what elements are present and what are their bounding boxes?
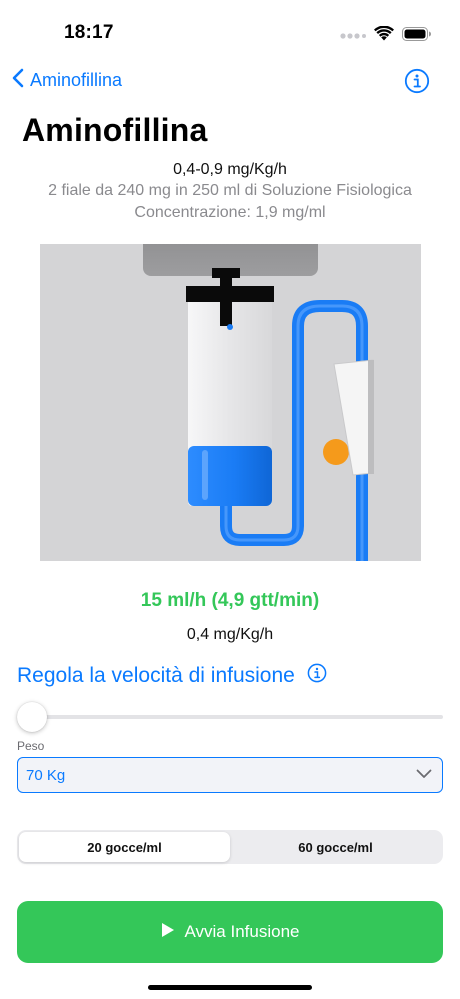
home-indicator <box>148 985 312 990</box>
chevron-down-icon <box>416 766 432 784</box>
status-icons <box>340 25 432 46</box>
info-button[interactable] <box>404 68 430 99</box>
clamp-wheel <box>323 439 349 465</box>
slider-thumb[interactable] <box>17 702 47 732</box>
back-button[interactable]: Aminofillina <box>12 68 122 93</box>
rate-section-title: Regola la velocità di infusione <box>17 663 295 687</box>
segment-60-drops[interactable]: 60 gocce/ml <box>230 832 441 862</box>
concentration: Concentrazione: 1,9 mg/ml <box>134 204 326 221</box>
weight-select[interactable]: 70 Kg <box>17 757 443 793</box>
dose-range: 0,4-0,9 mg/Kg/h <box>173 161 287 178</box>
wifi-icon <box>374 25 394 46</box>
infusion-rate: 15 ml/h (4,9 gtt/min) <box>140 590 320 611</box>
info-icon[interactable] <box>307 663 327 688</box>
rate-slider[interactable] <box>17 701 443 733</box>
iv-drip-illustration <box>40 244 421 561</box>
signal-dots-icon <box>340 27 366 45</box>
weight-value: 70 Kg <box>26 766 66 784</box>
drop <box>227 324 233 330</box>
info-icon <box>404 68 430 98</box>
start-infusion-label: Avvia Infusione <box>184 922 300 941</box>
slider-track[interactable] <box>17 715 443 719</box>
start-infusion-button[interactable]: Avvia Infusione <box>17 901 443 963</box>
drop-factor-segmented-control: 20 gocce/ml 60 gocce/ml <box>17 830 443 864</box>
status-time: 18:17 <box>64 22 114 43</box>
chevron-left-icon <box>12 68 24 93</box>
status-bar: 18:17 <box>0 0 460 60</box>
weight-label: Peso <box>17 739 45 753</box>
battery-icon <box>402 26 432 46</box>
infusion-dose: 0,4 mg/Kg/h <box>186 626 274 643</box>
play-icon <box>161 922 175 943</box>
back-button-label: Aminofillina <box>30 70 123 90</box>
rate-section-header: Regola la velocità di infusione <box>17 663 327 688</box>
bottle-fluid <box>188 446 272 506</box>
preparation-description: 2 fiale da 240 mg in 250 ml di Soluzione… <box>48 182 412 199</box>
nav-bar: Aminofillina <box>0 64 460 100</box>
page-title: Aminofillina <box>22 112 208 148</box>
segment-20-drops[interactable]: 20 gocce/ml <box>19 832 230 862</box>
